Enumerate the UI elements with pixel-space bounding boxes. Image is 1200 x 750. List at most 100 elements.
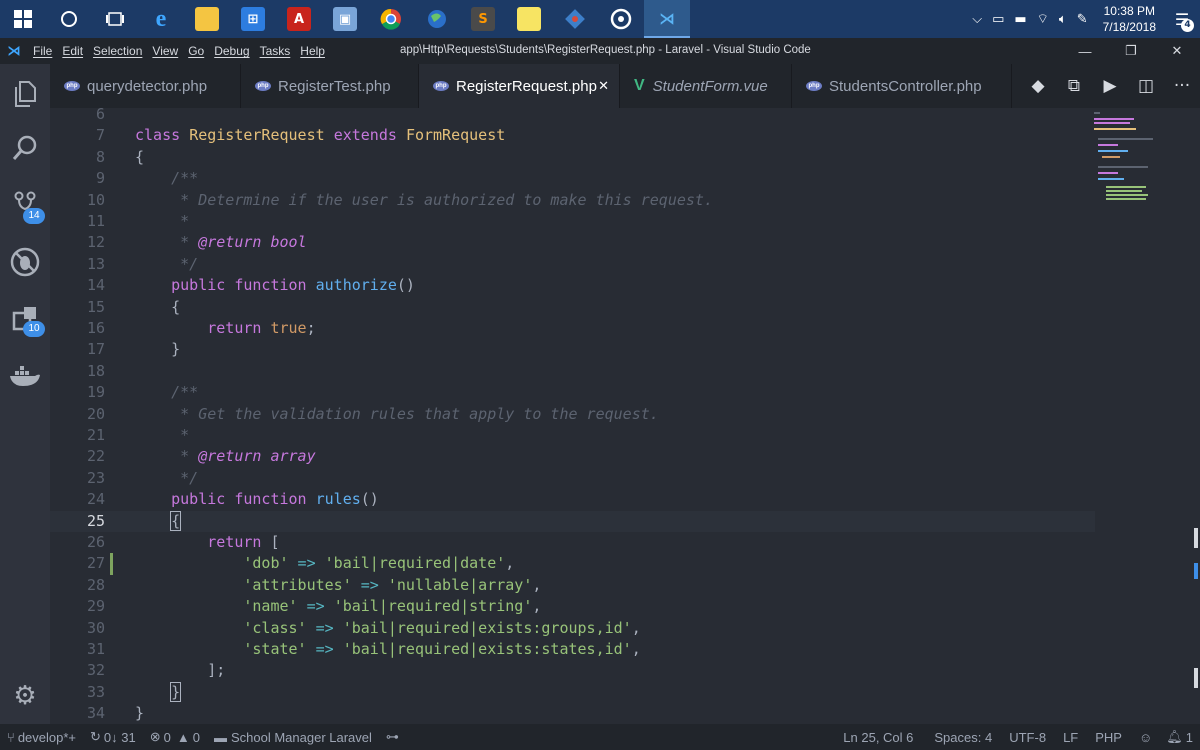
code-line[interactable]: 27 'dob' => 'bail|required|date', (50, 553, 1095, 574)
menu-view[interactable]: View (147, 44, 183, 58)
sublime-icon[interactable]: S (460, 0, 506, 38)
close-tab-icon[interactable]: ✕ (598, 78, 609, 94)
code-line[interactable]: 34} (50, 703, 1095, 724)
code-line[interactable]: 10 * Determine if the user is authorized… (50, 190, 1095, 211)
more-actions-icon[interactable]: ··· (1164, 76, 1200, 96)
code-editor[interactable]: 6 7 class RegisterRequest extends FormRequ… (50, 108, 1200, 724)
photos-icon[interactable]: ▣ (322, 0, 368, 38)
sticky-notes-icon[interactable] (506, 0, 552, 38)
open-changes-icon[interactable]: ⧉ (1056, 76, 1092, 96)
git-branch[interactable]: ⑂ develop*+ (0, 730, 83, 745)
code-text: } (135, 703, 144, 724)
battery-icon[interactable]: ▬ (1014, 12, 1026, 27)
code-line[interactable]: 19 /** (50, 382, 1095, 403)
split-editor-icon[interactable]: ◫ (1128, 76, 1164, 96)
code-line[interactable]: 15 { (50, 297, 1095, 318)
chevron-up-icon[interactable]: ⌵ (972, 12, 982, 27)
explorer-icon[interactable] (0, 70, 50, 118)
language-mode[interactable]: PHP (1088, 730, 1132, 745)
code-line[interactable]: 25 { (50, 510, 1095, 532)
code-line[interactable]: 11 * (50, 211, 1095, 232)
tab-querydetector[interactable]: php querydetector.php (50, 64, 241, 108)
acrobat-icon[interactable]: A (276, 0, 322, 38)
docker-icon[interactable] (0, 352, 50, 400)
git-icon[interactable] (552, 0, 598, 38)
task-view-icon[interactable] (92, 0, 138, 38)
code-line[interactable]: 17 } (50, 339, 1095, 360)
tab-studentscontroller[interactable]: php StudentsController.php (792, 64, 1012, 108)
clock[interactable]: 10:38 PM 7/18/2018 (1103, 3, 1156, 35)
windows-start-icon[interactable] (0, 0, 46, 38)
menu-file[interactable]: File (28, 44, 57, 58)
problems[interactable]: ⊗ 0 ▲ 0 (143, 729, 207, 745)
code-line[interactable]: 22 * @return array (50, 446, 1095, 467)
menu-edit[interactable]: Edit (57, 44, 88, 58)
store-icon[interactable]: ⊞ (230, 0, 276, 38)
tab-registertest[interactable]: php RegisterTest.php (241, 64, 419, 108)
code-line[interactable]: 29 'name' => 'bail|required|string', (50, 596, 1095, 617)
menu-go[interactable]: Go (183, 44, 209, 58)
monitor-icon[interactable]: ▭ (992, 12, 1004, 27)
tab-label: querydetector.php (87, 77, 208, 95)
git-sync[interactable]: ↻ 0↓ 31 (83, 729, 143, 745)
vertical-scrollbar[interactable] (1186, 108, 1200, 724)
menu-help[interactable]: Help (295, 44, 330, 58)
end-of-line[interactable]: LF (1056, 730, 1088, 745)
groove-icon[interactable] (598, 0, 644, 38)
notifications[interactable]: 🔔︎ 1 (1159, 729, 1200, 745)
run-icon[interactable]: ▶ (1092, 76, 1128, 96)
activity-bar: 14 10 ⚙ (0, 64, 50, 724)
file-explorer-icon[interactable] (184, 0, 230, 38)
code-line[interactable]: 14 public function authorize() (50, 275, 1095, 296)
menu-tasks[interactable]: Tasks (255, 44, 296, 58)
vpn-globe-icon[interactable] (414, 0, 460, 38)
git-compare-icon[interactable]: ◆ (1020, 76, 1056, 96)
code-line[interactable]: 32 ]; (50, 660, 1095, 681)
menu-selection[interactable]: Selection (88, 44, 147, 58)
scroll-thumb[interactable] (1194, 528, 1198, 548)
indentation[interactable]: Spaces: 4 (927, 730, 1002, 745)
code-line[interactable]: 16 return true; (50, 318, 1095, 339)
chrome-icon[interactable] (368, 0, 414, 38)
vscode-taskbar-icon[interactable]: ⋊ (644, 0, 690, 38)
code-line[interactable]: 6 (50, 108, 1095, 125)
close-window-button[interactable]: ✕ (1154, 38, 1200, 64)
sync-status: 0↓ 31 (103, 729, 136, 745)
code-line[interactable]: 20 * Get the validation rules that apply… (50, 404, 1095, 425)
cortana-icon[interactable] (46, 0, 92, 38)
code-line[interactable]: 13 */ (50, 254, 1095, 275)
feedback-smiley-icon[interactable]: ☺ (1132, 730, 1159, 745)
minimap[interactable] (1090, 108, 1170, 208)
code-line[interactable]: 31 'state' => 'bail|required|exists:stat… (50, 639, 1095, 660)
code-line[interactable]: 30 'class' => 'bail|required|exists:grou… (50, 618, 1095, 639)
line-number: 18 (86, 361, 105, 380)
tab-registerrequest[interactable]: php RegisterRequest.php ✕ (419, 64, 620, 108)
code-line[interactable]: 23 */ (50, 468, 1095, 489)
tab-studentform[interactable]: V StudentForm.vue (620, 64, 792, 108)
code-line[interactable]: 28 'attributes' => 'nullable|array', (50, 575, 1095, 596)
cursor-position[interactable]: Ln 25, Col 6 (836, 730, 927, 745)
settings-gear-icon[interactable]: ⚙ (0, 672, 50, 720)
debug-icon[interactable] (0, 238, 50, 286)
code-line[interactable]: 9 /** (50, 168, 1095, 189)
code-line[interactable]: 8{ (50, 147, 1095, 168)
edge-icon[interactable]: e (138, 0, 184, 38)
search-icon[interactable] (0, 124, 50, 172)
code-line[interactable]: 33 } (50, 681, 1095, 703)
code-line[interactable]: 21 * (50, 425, 1095, 446)
project-folder[interactable]: ▬ School Manager Laravel (207, 730, 379, 745)
restore-button[interactable]: ❐ (1108, 38, 1154, 64)
action-center-icon[interactable]: ☰ 4 (1164, 0, 1200, 38)
pen-icon[interactable]: ✎ (1077, 12, 1088, 27)
code-line[interactable]: 12 * @return bool (50, 232, 1095, 253)
code-line[interactable]: 24 public function rules() (50, 489, 1095, 510)
volume-icon[interactable]: 🔈︎ (1059, 12, 1067, 27)
live-share-icon[interactable]: ⊶ (379, 729, 406, 745)
code-line[interactable]: 18 (50, 361, 1095, 382)
code-line[interactable]: 7 class RegisterRequest extends FormReque… (50, 125, 1095, 146)
menu-debug[interactable]: Debug (209, 44, 254, 58)
minimize-button[interactable]: — (1062, 38, 1108, 64)
wifi-icon[interactable]: ⌔ (1037, 11, 1049, 27)
encoding[interactable]: UTF-8 (1002, 730, 1056, 745)
code-line[interactable]: 26 return [ (50, 532, 1095, 553)
